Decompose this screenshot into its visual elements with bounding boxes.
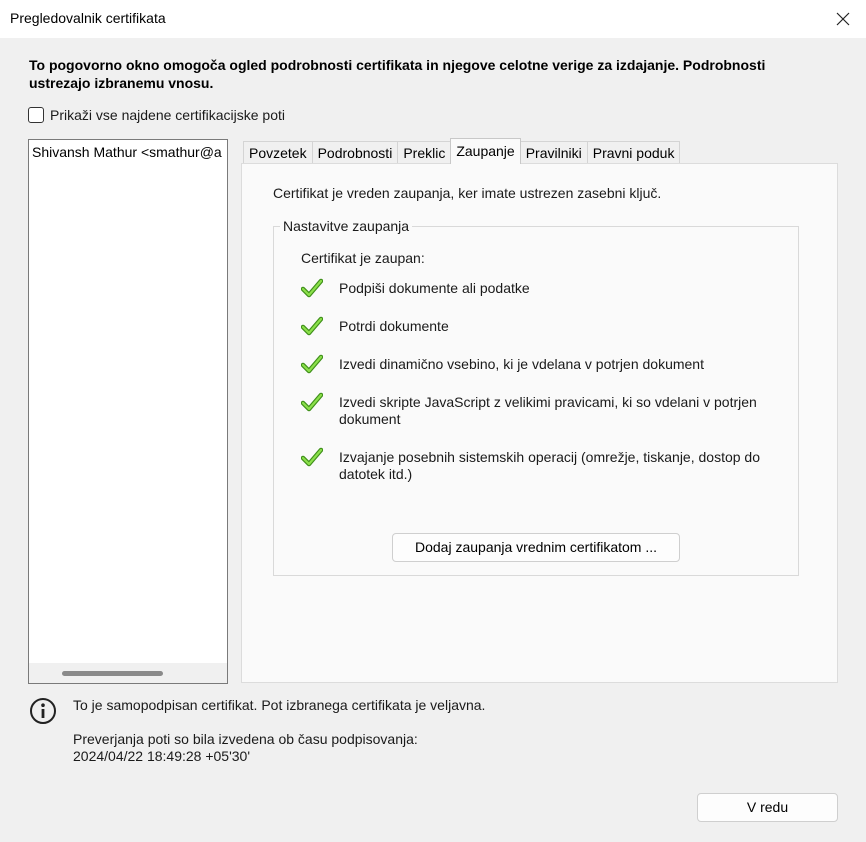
green-check-icon (301, 354, 323, 374)
permission-item: Podpiši dokumente ali podatke (301, 278, 771, 298)
trust-note: Certifikat je vreden zaupanja, ker imate… (273, 185, 662, 201)
validation-timestamp: 2024/04/22 18:49:28 +05'30' (73, 748, 251, 764)
tree-node-certificate[interactable]: Shivansh Mathur <smathur@a (32, 144, 222, 160)
title-bar: Pregledovalnik certifikata (0, 0, 866, 38)
permission-label: Izvedi dinamično vsebino, ki je vdelana … (339, 356, 704, 372)
ok-button[interactable]: V redu (697, 793, 838, 822)
validation-note: Preverjanja poti so bila izvedena ob čas… (73, 731, 418, 747)
horizontal-scrollbar[interactable] (29, 663, 227, 683)
tab-legal-notice[interactable]: Pravni poduk (586, 141, 681, 164)
permission-item: Izvajanje posebnih sistemskih operacij (… (301, 447, 771, 483)
trusted-for-label: Certifikat je zaupan: (301, 250, 425, 266)
permission-item: Izvedi skripte JavaScript z velikimi pra… (301, 392, 771, 428)
dialog-description: To pogovorno okno omogoča ogled podrobno… (29, 57, 766, 91)
trust-settings-title: Nastavitve zaupanja (280, 218, 413, 234)
green-check-icon (301, 316, 323, 336)
scrollbar-thumb[interactable] (62, 671, 163, 676)
show-all-paths-label: Prikaži vse najdene certifikacijske poti (50, 107, 285, 123)
green-check-icon (301, 392, 323, 412)
close-button[interactable] (820, 0, 866, 38)
permission-item: Izvedi dinamično vsebino, ki je vdelana … (301, 354, 771, 374)
permission-label: Podpiši dokumente ali podatke (339, 280, 530, 296)
close-icon (836, 12, 850, 26)
permission-label: Potrdi dokumente (339, 318, 449, 334)
tab-trust[interactable]: Zaupanje (450, 138, 521, 164)
window-title: Pregledovalnik certifikata (10, 10, 166, 26)
tab-policies[interactable]: Pravilniki (519, 141, 588, 164)
info-icon (30, 698, 56, 724)
add-to-trusted-button[interactable]: Dodaj zaupanja vrednim certifikatom ... (392, 533, 680, 562)
tab-details[interactable]: Podrobnosti (311, 141, 399, 164)
tab-summary[interactable]: Povzetek (243, 141, 313, 164)
certificate-path-tree[interactable]: Shivansh Mathur <smathur@a (28, 139, 228, 684)
trust-tab-panel: Certifikat je vreden zaupanja, ker imate… (241, 163, 838, 683)
tab-bar: Povzetek Podrobnosti Preklic Zaupanje Pr… (243, 138, 681, 164)
show-all-paths-option[interactable]: Prikaži vse najdene certifikacijske poti (28, 107, 285, 123)
permission-item: Potrdi dokumente (301, 316, 771, 336)
trust-settings-group: Nastavitve zaupanja Certifikat je zaupan… (273, 218, 799, 576)
show-all-paths-checkbox[interactable] (28, 107, 44, 123)
tab-revocation[interactable]: Preklic (397, 141, 452, 164)
certificate-status: To je samopodpisan certifikat. Pot izbra… (73, 697, 486, 713)
permission-label: Izvajanje posebnih sistemskih operacij (… (339, 449, 760, 482)
permission-label: Izvedi skripte JavaScript z velikimi pra… (339, 394, 757, 427)
green-check-icon (301, 278, 323, 298)
green-check-icon (301, 447, 323, 467)
